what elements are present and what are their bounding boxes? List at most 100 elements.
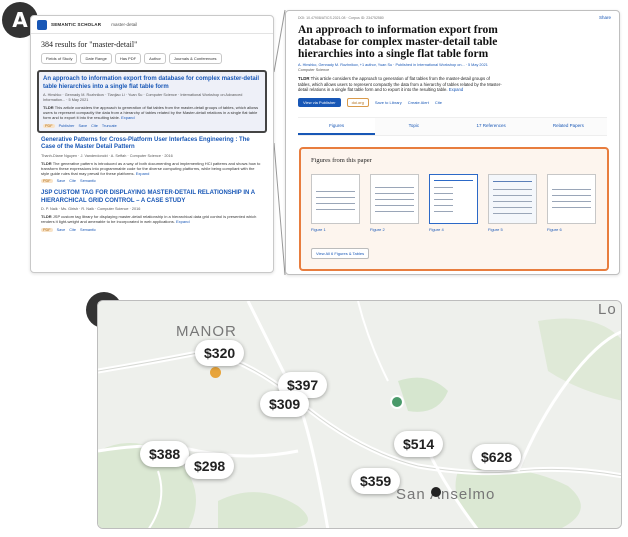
pdf-button[interactable]: PDF <box>41 179 53 184</box>
brand-name: SEMANTIC SCHOLAR <box>51 22 102 27</box>
search-result[interactable]: Generative Patterns for Cross-Platform U… <box>37 133 267 187</box>
result-tldr: TLDR This article considers the approach… <box>43 105 261 121</box>
paper-authors[interactable]: A. Hinshko, Gennady M. Rozhnikov, +1 aut… <box>298 63 619 67</box>
price-marker[interactable]: $309 <box>260 391 310 417</box>
figure-label[interactable]: Figure 4 <box>429 227 478 232</box>
figure-label[interactable]: Figure 1 <box>311 227 360 232</box>
map-view[interactable]: MANOR San Anselmo Lo $320 $397 $309 $514… <box>97 300 622 529</box>
view-all-figures-button[interactable]: View All 6 Figures & Tables <box>311 248 370 259</box>
price-marker[interactable]: $388 <box>140 441 190 467</box>
figure-image[interactable] <box>429 174 478 224</box>
result-title[interactable]: Generative Patterns for Cross-Platform U… <box>41 137 263 152</box>
figure-thumbnails: Figure 1 Figure 2 Figure 4 Figure 5 Figu… <box>311 174 607 232</box>
doi-line: DOI: 10.47908/ATICS.2021.08 · Corpus ID:… <box>298 16 384 20</box>
price-marker[interactable]: $298 <box>185 453 235 479</box>
result-actions: PDF Save Cite Semantic <box>41 227 263 232</box>
tldr-text: JSP custom tag library for displaying ma… <box>41 214 257 225</box>
tab-related-papers[interactable]: Related Papers <box>530 118 607 135</box>
cite-button[interactable]: Cite <box>91 124 98 128</box>
search-topbar: SEMANTIC SCHOLAR master-detail <box>31 16 273 34</box>
doi-button[interactable]: doi.org <box>346 97 369 107</box>
figure-thumbnail[interactable]: Figure 4 <box>429 174 478 232</box>
filter-has-pdf[interactable]: Has PDF <box>114 53 142 64</box>
expand-link[interactable]: Expand <box>449 87 464 92</box>
filter-author[interactable]: Author <box>144 53 166 64</box>
search-result-selected[interactable]: An approach to information export from d… <box>37 70 267 133</box>
result-title[interactable]: JSP CUSTOM TAG FOR DISPLAYING MASTER-DET… <box>41 190 263 205</box>
paper-tldr: TLDR This article considers the approach… <box>298 76 503 93</box>
paper-tabs: Figures Topic 17 References Related Pape… <box>298 116 607 136</box>
filter-journals[interactable]: Journals & Conferences <box>168 53 222 64</box>
save-button[interactable]: Save <box>78 124 87 128</box>
cite-button[interactable]: Cite <box>69 179 76 183</box>
figure-label[interactable]: Figure 2 <box>370 227 419 232</box>
location-marker-icon[interactable] <box>431 487 441 497</box>
place-label-san-anselmo: San Anselmo <box>396 486 496 503</box>
result-meta: A. Hinshko · Gennady M. Rozhnikov · Tian… <box>43 93 243 102</box>
semantic-scholar-logo-icon[interactable] <box>37 19 47 30</box>
tldr-label: TLDR <box>298 76 310 81</box>
figures-section: Figures from this paper Figure 1 Figure … <box>299 147 609 271</box>
tab-figures[interactable]: Figures <box>298 117 376 135</box>
figure-image[interactable] <box>311 174 360 224</box>
semantic-reader-button[interactable]: Semantic <box>80 228 96 232</box>
result-meta: Thanh-Diane Nguyen · J. Vanderdonckt · A… <box>41 153 173 158</box>
cite-button[interactable]: Cite <box>69 228 76 232</box>
result-title[interactable]: An approach to information export from d… <box>43 76 261 91</box>
figure-thumbnail[interactable]: Figure 6 <box>547 174 596 232</box>
tldr-text: This article considers the approach to g… <box>298 76 502 93</box>
expand-link[interactable]: Expand <box>176 219 190 224</box>
search-input[interactable]: master-detail <box>111 22 137 27</box>
paper-actions: View via Publisher doi.org Save to Libra… <box>298 97 619 107</box>
tldr-text: This article considers the approach to g… <box>43 105 259 121</box>
filter-fields-of-study[interactable]: Fields of Study <box>41 53 78 64</box>
result-meta: D. P. Naik · Ms. Girish · R. Naik · Comp… <box>41 207 141 212</box>
price-marker[interactable]: $514 <box>394 431 444 457</box>
tldr-text: The generative pattern is introduced as … <box>41 160 261 177</box>
figure-image[interactable] <box>547 174 596 224</box>
paper-title: An approach to information export from d… <box>298 24 498 60</box>
results-count: 384 results for "master-detail" <box>41 40 138 49</box>
pdf-button[interactable]: PDF <box>43 123 55 128</box>
park-pin-icon[interactable] <box>390 395 404 409</box>
place-label-partial: Lo <box>598 301 617 318</box>
publisher-button[interactable]: Publisher <box>59 124 75 128</box>
figure-label[interactable]: Figure 6 <box>547 227 596 232</box>
figures-heading: Figures from this paper <box>311 157 372 164</box>
result-tldr: TLDR The generative pattern is introduce… <box>41 161 263 177</box>
truncate-button[interactable]: Truncate <box>102 124 117 128</box>
result-actions: PDF Save Cite Semantic <box>41 179 263 184</box>
place-label-manor: MANOR <box>176 323 237 340</box>
orange-poi-icon[interactable] <box>210 367 221 378</box>
figure-image[interactable] <box>370 174 419 224</box>
figure-root: A SEMANTIC SCHOLAR master-detail 384 res… <box>0 0 628 537</box>
expand-link[interactable]: Expand <box>121 115 135 120</box>
result-tldr: TLDR JSP custom tag library for displayi… <box>41 214 263 224</box>
pdf-button[interactable]: PDF <box>41 227 53 232</box>
create-alert-button[interactable]: Create Alert <box>408 100 429 105</box>
share-button[interactable]: Share <box>599 15 611 20</box>
figure-thumbnail[interactable]: Figure 5 <box>488 174 537 232</box>
cite-button[interactable]: Cite <box>435 100 442 105</box>
expand-link[interactable]: Expand <box>136 171 150 176</box>
tab-references[interactable]: 17 References <box>453 118 530 135</box>
figure-thumbnail[interactable]: Figure 1 <box>311 174 360 232</box>
save-button[interactable]: Save <box>57 228 66 232</box>
price-marker[interactable]: $359 <box>351 468 401 494</box>
filter-bar: Fields of Study Date Range Has PDF Autho… <box>41 53 273 64</box>
semantic-reader-button[interactable]: Semantic <box>80 179 96 183</box>
save-to-library-button[interactable]: Save to Library <box>375 100 402 105</box>
paper-detail-screenshot: DOI: 10.47908/ATICS.2021.08 · Corpus ID:… <box>285 10 620 275</box>
filter-date-range[interactable]: Date Range <box>80 53 112 64</box>
price-marker[interactable]: $628 <box>472 444 522 470</box>
figure-label[interactable]: Figure 5 <box>488 227 537 232</box>
view-via-publisher-button[interactable]: View via Publisher <box>298 97 341 107</box>
save-button[interactable]: Save <box>57 179 66 183</box>
search-result[interactable]: JSP CUSTOM TAG FOR DISPLAYING MASTER-DET… <box>37 186 267 234</box>
figure-image[interactable] <box>488 174 537 224</box>
result-actions: PDF Publisher Save Cite Truncate <box>43 123 261 128</box>
price-marker[interactable]: $320 <box>195 340 245 366</box>
search-results-screenshot: SEMANTIC SCHOLAR master-detail 384 resul… <box>30 15 274 273</box>
figure-thumbnail[interactable]: Figure 2 <box>370 174 419 232</box>
tab-topic[interactable]: Topic <box>375 118 452 135</box>
